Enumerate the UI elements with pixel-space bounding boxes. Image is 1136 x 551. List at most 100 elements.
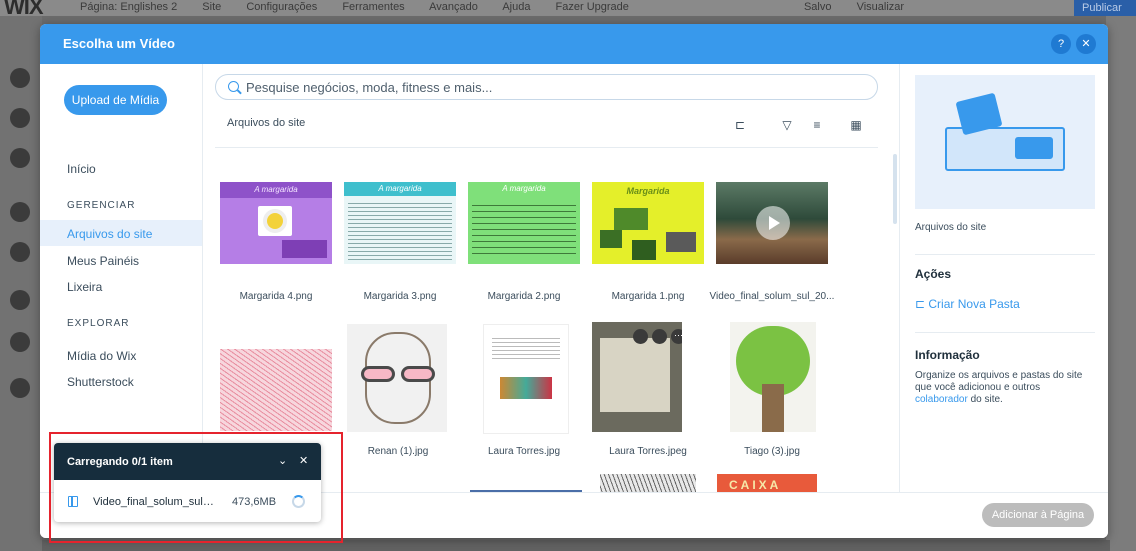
doc-text-lines — [492, 335, 560, 359]
thumb-text-block — [282, 240, 327, 258]
explore-section-label: EXPLORAR — [67, 318, 130, 329]
media-thumb[interactable]: A margarida — [468, 182, 580, 264]
red-highlight-box — [49, 432, 343, 543]
file-name: Tiago (3).jpg — [744, 446, 800, 457]
media-thumb[interactable]: Margarida — [592, 182, 704, 264]
database-icon[interactable] — [10, 378, 30, 398]
file-name: Video_final_solum_sul_20... — [709, 291, 835, 302]
actions-heading: Ações — [915, 267, 952, 281]
video-thumb[interactable] — [716, 182, 828, 264]
file-name: Margarida 4.png — [239, 291, 313, 302]
file-name: Margarida 1.png — [611, 291, 685, 302]
dialog-header: Escolha um Vídeo ? ✕ — [40, 24, 1108, 64]
file-name: Renan (1).jpg — [367, 446, 429, 457]
pages-icon[interactable] — [10, 68, 30, 88]
upload-media-button[interactable]: Upload de Mídia — [64, 85, 167, 115]
new-folder-link[interactable]: ⊏ Criar Nova Pasta — [915, 297, 1020, 311]
media-icon[interactable] — [10, 242, 30, 262]
media-thumb[interactable] — [730, 322, 816, 432]
daisy-photo — [666, 232, 696, 252]
crop-icon[interactable] — [633, 329, 648, 344]
bookmark-icon[interactable] — [652, 329, 667, 344]
daisy-photo — [632, 240, 656, 260]
video-card-illustration — [1015, 137, 1053, 159]
daisy-photo — [614, 208, 648, 230]
sidebar-item-shutterstock[interactable]: Shutterstock — [40, 368, 202, 394]
sidebar-item-my-boards[interactable]: Meus Painéis — [40, 247, 202, 273]
background-icon[interactable] — [10, 108, 30, 128]
info-description: Organize os arquivos e pastas do site qu… — [915, 370, 1083, 405]
collaborator-link[interactable]: colaborador — [915, 394, 968, 405]
close-icon[interactable]: ✕ — [1076, 34, 1096, 54]
menu-tools[interactable]: Ferramentes — [342, 1, 404, 13]
media-thumb[interactable]: A margarida — [344, 182, 456, 264]
file-name: Laura Torres.jpg — [487, 446, 561, 457]
thumb-heading: A margarida — [502, 184, 546, 193]
toolbar-divider — [215, 147, 878, 148]
apps-icon[interactable] — [10, 202, 30, 222]
scrollbar[interactable] — [893, 154, 897, 224]
more-icon[interactable]: ⋯ — [671, 329, 682, 344]
drawing-glasses — [361, 366, 395, 382]
add-to-page-button[interactable]: Adicionar à Página — [982, 503, 1094, 527]
media-thumb[interactable] — [483, 324, 569, 434]
menu-site[interactable]: Site — [202, 1, 221, 13]
folder-preview — [915, 75, 1095, 209]
doc-illustration — [500, 377, 552, 399]
current-folder-label: Arquivos do site — [227, 117, 306, 129]
tree-trunk — [762, 384, 784, 432]
search-icon — [228, 81, 239, 92]
new-folder-label: Criar Nova Pasta — [928, 297, 1020, 311]
save-status: Salvo — [803, 1, 832, 13]
new-folder-icon: ⊏ — [915, 297, 929, 311]
daisy-photo — [600, 230, 622, 248]
paper-photo — [600, 338, 670, 412]
editor-topbar: WIX Página: Englishes 2 Site Configuraçõ… — [0, 0, 1136, 19]
menu-help[interactable]: Ajuda — [502, 1, 530, 13]
thumb-text-lines — [472, 200, 576, 256]
file-name: Laura Torres.jpeg — [609, 446, 687, 457]
selected-folder-name: Arquivos do site — [915, 222, 987, 233]
pane-divider — [915, 332, 1095, 333]
blog-icon[interactable] — [10, 290, 30, 310]
info-heading: Informação — [915, 348, 980, 362]
thumb-text-lines — [348, 200, 452, 260]
search-bar[interactable] — [215, 74, 878, 100]
menu-settings[interactable]: Configurações — [246, 1, 317, 13]
new-folder-icon[interactable]: ⊏ — [733, 118, 747, 132]
thumb-heading: Margarida — [626, 186, 670, 196]
sidebar-item-site-files[interactable]: Arquivos do site — [40, 220, 202, 246]
dialog-title: Escolha um Vídeo — [63, 36, 175, 51]
question-icon[interactable]: ? — [1051, 34, 1071, 54]
search-input[interactable] — [246, 79, 846, 96]
publish-button[interactable]: Publicar — [1074, 0, 1136, 16]
grid-view-icon[interactable]: ▦ — [849, 118, 863, 132]
file-name: Margarida 3.png — [363, 291, 437, 302]
manage-section-label: GERENCIAR — [67, 200, 136, 211]
editor-left-toolbar — [0, 16, 42, 551]
menu-advanced[interactable]: Avançado — [429, 1, 478, 13]
media-thumb[interactable]: ⋯ — [592, 322, 682, 432]
daisy-photo — [258, 206, 292, 236]
file-name: Margarida 2.png — [487, 291, 561, 302]
page-selector[interactable]: Página: Englishes 2 — [80, 1, 177, 13]
media-thumb[interactable] — [220, 349, 332, 431]
editor-menu: Página: Englishes 2 Site Configurações F… — [80, 1, 926, 13]
filter-icon[interactable]: ▽ — [780, 118, 794, 132]
thumb-caixa-text: CAIXA — [729, 478, 782, 492]
media-thumb[interactable]: A margarida — [220, 182, 332, 264]
preview-link[interactable]: Visualizar — [857, 1, 905, 13]
sidebar-item-trash[interactable]: Lixeira — [40, 273, 202, 299]
menu-upgrade[interactable]: Fazer Upgrade — [556, 1, 629, 13]
media-thumb[interactable] — [347, 324, 447, 432]
sort-icon[interactable]: ≡ — [810, 118, 824, 132]
drawing-glasses — [401, 366, 435, 382]
editor-right-strip — [1106, 16, 1136, 551]
sidebar-item-wix-media[interactable]: Mídia do Wix — [40, 342, 202, 368]
chat-icon[interactable] — [10, 332, 30, 352]
pane-divider — [915, 254, 1095, 255]
play-icon[interactable] — [756, 206, 790, 240]
sidebar-item-home[interactable]: Início — [40, 155, 202, 181]
thumb-heading: A margarida — [344, 182, 456, 196]
add-icon[interactable] — [10, 148, 30, 168]
